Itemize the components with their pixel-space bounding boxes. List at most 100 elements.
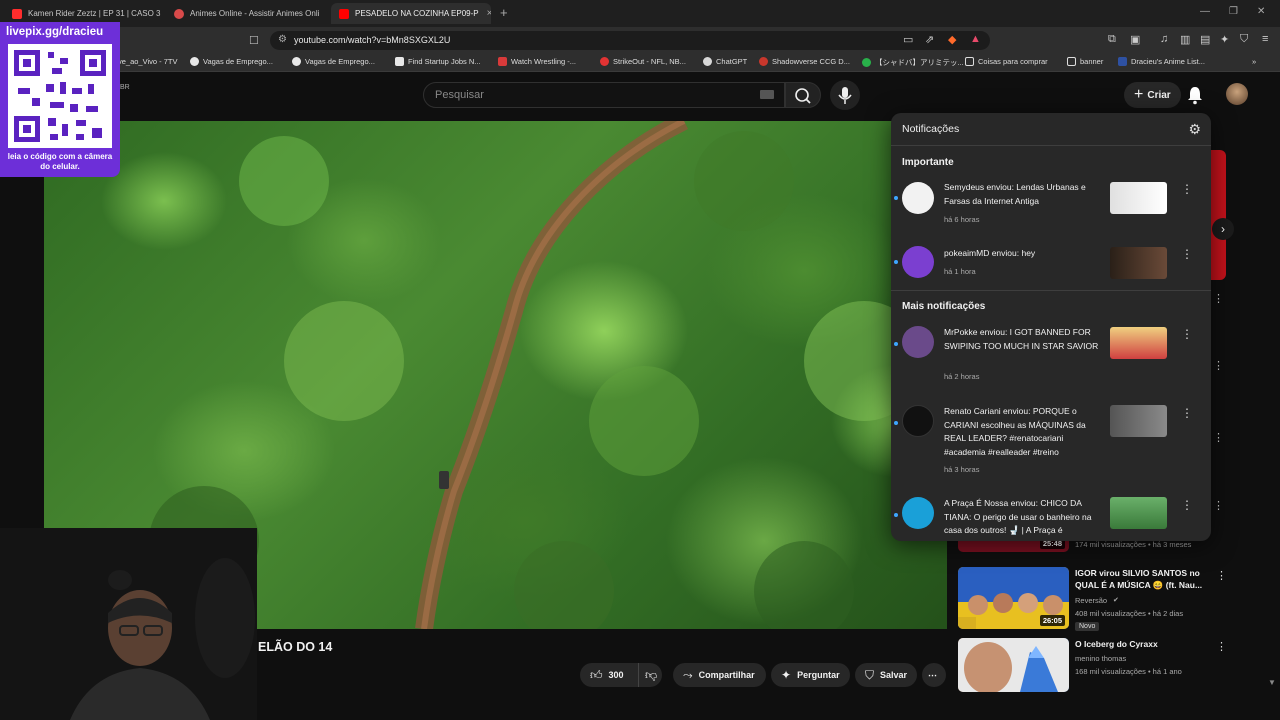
url-field[interactable]: ⚙ youtube.com/watch?v=bMn8SXGXL2U <box>270 31 990 50</box>
share-icon: ⤳ <box>683 667 693 682</box>
more-vert-icon[interactable]: ⋮ <box>1216 569 1227 582</box>
share-icon[interactable]: ⇗ <box>925 33 934 46</box>
notification-item[interactable]: A Praça É Nossa enviou: CHICO DA TIANA: … <box>891 497 1211 541</box>
notification-thumbnail[interactable] <box>1110 327 1167 359</box>
save-button[interactable]: ⛉ Salvar <box>855 663 917 687</box>
site-icon <box>600 57 609 66</box>
account-avatar[interactable] <box>1226 83 1248 105</box>
view-meta: 168 mil visualizações • há 1 ano <box>1075 667 1182 676</box>
bookmark-icon[interactable]: ☐ <box>249 34 259 47</box>
sidebar-icon[interactable]: ▥ <box>1180 33 1190 46</box>
bookmark-7tv[interactable]: ve_ao_Vivo - 7TV <box>118 57 177 66</box>
channel-avatar[interactable] <box>902 405 934 437</box>
minimize-icon[interactable]: — <box>1200 6 1210 17</box>
youtube-header: BR Pesquisar + Criar <box>0 72 1280 118</box>
music-icon[interactable]: ♫ <box>1160 33 1168 45</box>
recommendation-item[interactable]: O Iceberg do Cyraxx menino thomas 168 mi… <box>958 638 1273 692</box>
more-vert-icon[interactable]: ⋮ <box>1213 431 1224 444</box>
search-button[interactable] <box>785 82 821 108</box>
close-tab-icon[interactable]: × <box>487 8 491 19</box>
bookmark-label: Find Startup Jobs N... <box>408 57 481 66</box>
extensions-icon[interactable]: ⧉ <box>1108 33 1116 46</box>
gear-icon[interactable]: ⚙ <box>1188 121 1201 138</box>
notification-time: há 2 horas <box>944 372 980 381</box>
bookmark-anime-list[interactable]: Dracieu's Anime List... <box>1118 57 1205 66</box>
bookmarks-bar: ve_ao_Vivo - 7TV Vagas de Emprego... Vag… <box>0 54 1280 72</box>
keyboard-icon[interactable] <box>760 90 774 99</box>
more-vert-icon[interactable]: ⋮ <box>1181 327 1193 341</box>
site-icon <box>190 57 199 66</box>
channel-name[interactable]: menino thomas <box>1075 654 1126 663</box>
channel-avatar[interactable] <box>902 326 934 358</box>
tab-title: Animes Online - Assistir Animes Onli <box>190 9 320 18</box>
cast-icon[interactable]: ▭ <box>903 33 913 46</box>
bookmark-folder-banner[interactable]: banner <box>1067 57 1103 66</box>
tab-kamen-rider[interactable]: Kamen Rider Zeztz | EP 31 | CASO 3 <box>4 3 164 24</box>
notification-thumbnail[interactable] <box>1110 247 1167 279</box>
wallet-icon[interactable]: ▤ <box>1200 33 1210 46</box>
maximize-icon[interactable]: ❐ <box>1229 6 1238 17</box>
ask-button[interactable]: ✦ Perguntar <box>771 663 850 687</box>
close-window-icon[interactable]: ✕ <box>1257 6 1265 17</box>
video-title: ELÃO DO 14 <box>258 640 333 654</box>
voice-search-button[interactable] <box>830 80 860 110</box>
chevron-right-icon[interactable]: › <box>1212 218 1234 240</box>
menu-icon[interactable]: ≡ <box>1262 33 1268 45</box>
notification-item[interactable]: MrPokke enviou: I GOT BANNED FOR SWIPING… <box>891 326 1211 386</box>
vpn-icon[interactable]: ⛉ <box>1240 33 1248 46</box>
bookmark-folder-coisas[interactable]: Coisas para comprar <box>965 57 1048 66</box>
video-thumbnail[interactable]: 26:05 <box>958 567 1069 629</box>
tab-animes-online[interactable]: Animes Online - Assistir Animes Onli <box>166 3 328 24</box>
brave-shield-icon[interactable]: ◆ <box>948 33 956 46</box>
dislike-button[interactable]: 👎︎ <box>638 663 662 687</box>
more-vert-icon[interactable]: ⋮ <box>1213 292 1224 305</box>
recommendation-item[interactable]: 26:05 IGOR virou SILVIO SANTOS no QUAL É… <box>958 567 1273 633</box>
notification-item[interactable]: Semydeus enviou: Lendas Urbanas e Farsas… <box>891 180 1211 230</box>
notification-thumbnail[interactable] <box>1110 497 1167 529</box>
share-button[interactable]: ⤳ Compartilhar <box>673 663 766 687</box>
more-actions-button[interactable]: ⋯ <box>922 663 946 687</box>
bookmark-shadoba[interactable]: 【シャドバ】アリミテッ... <box>862 57 964 68</box>
bookmark-shadowverse[interactable]: Shadowverse CCG D... <box>759 57 850 66</box>
notifications-title: Notificações <box>902 123 960 135</box>
sparkle-icon: ✦ <box>781 668 792 682</box>
scroll-down-icon[interactable]: ▼ <box>1268 678 1276 687</box>
bookmark-watch-wrestling[interactable]: Watch Wrestling -... <box>498 57 576 66</box>
channel-name[interactable]: Reversão <box>1075 596 1107 605</box>
notifications-button[interactable] <box>1184 84 1206 111</box>
notification-thumbnail[interactable] <box>1110 182 1167 214</box>
save-icon: ⛉ <box>865 667 875 682</box>
notification-item[interactable]: pokeaimMD enviou: hey há 1 hora ⋮ <box>891 246 1211 282</box>
like-button[interactable]: 👍︎ 300 <box>580 663 640 687</box>
tab-search-icon[interactable]: ▣ <box>1130 33 1140 46</box>
bookmarks-overflow-button[interactable]: » <box>1252 57 1256 66</box>
streamer-silhouette <box>0 528 257 720</box>
leo-icon[interactable]: ✦ <box>1220 33 1229 46</box>
bookmark-chatgpt[interactable]: ChatGPT <box>703 57 747 66</box>
brave-rewards-icon[interactable]: ▲ <box>970 33 981 45</box>
notification-thumbnail[interactable] <box>1110 405 1167 437</box>
more-vert-icon[interactable]: ⋮ <box>1216 640 1227 653</box>
notification-text: Renato Cariani enviou: PORQUE o CARIANI … <box>944 406 1086 457</box>
video-thumbnail[interactable] <box>958 638 1069 692</box>
channel-avatar[interactable] <box>902 497 934 529</box>
more-vert-icon[interactable]: ⋮ <box>1181 406 1193 420</box>
bookmark-label: Shadowverse CCG D... <box>772 57 850 66</box>
notification-item[interactable]: Renato Cariani enviou: PORQUE o CARIANI … <box>891 405 1211 475</box>
bookmark-strikeout[interactable]: StrikeOut - NFL, NB... <box>600 57 686 66</box>
more-vert-icon[interactable]: ⋮ <box>1181 498 1193 512</box>
search-input[interactable]: Pesquisar <box>423 82 785 108</box>
more-vert-icon[interactable]: ⋮ <box>1181 182 1193 196</box>
create-button[interactable]: + Criar <box>1124 82 1181 108</box>
tab-pesadelo-active[interactable]: PESADELO NA COZINHA EP09-P × <box>331 3 491 24</box>
more-vert-icon[interactable]: ⋮ <box>1181 247 1193 261</box>
channel-avatar[interactable] <box>902 246 934 278</box>
site-info-icon[interactable]: ⚙ <box>278 34 287 45</box>
channel-avatar[interactable] <box>902 182 934 214</box>
more-vert-icon[interactable]: ⋮ <box>1213 359 1224 372</box>
bookmark-vagas-1[interactable]: Vagas de Emprego... <box>190 57 273 66</box>
new-tab-button[interactable]: + <box>500 5 508 20</box>
bookmark-startup-jobs[interactable]: Find Startup Jobs N... <box>395 57 481 66</box>
bookmark-vagas-2[interactable]: Vagas de Emprego... <box>292 57 375 66</box>
more-vert-icon[interactable]: ⋮ <box>1213 499 1224 512</box>
